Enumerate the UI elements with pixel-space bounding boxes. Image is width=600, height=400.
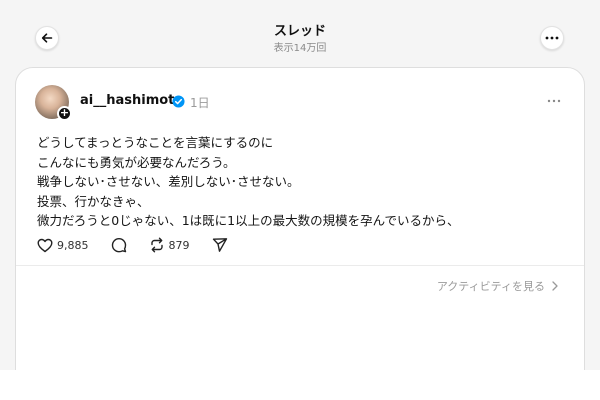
activity-label: アクティビティを見る — [436, 280, 545, 293]
repost-icon — [150, 237, 163, 253]
repost-count: 879 — [168, 238, 190, 252]
post-line: どうしてまっとうなことを言葉にするのに — [37, 135, 274, 150]
repost-button[interactable]: 879 — [149, 237, 190, 253]
post-time: 1日 — [190, 96, 210, 110]
follow-plus-icon[interactable]: + — [57, 106, 72, 121]
post-line: 投票、行かなきゃ、 — [37, 193, 150, 209]
page-margin — [0, 370, 600, 400]
thread-screen: スレッド 表示14万回 + ai__hashimoto 1日 どうしてまっとうな… — [0, 0, 600, 370]
send-icon — [212, 238, 227, 252]
post-more-icon[interactable] — [545, 95, 563, 107]
like-button[interactable]: 9,885 — [37, 238, 89, 253]
page-title: スレッド — [273, 24, 326, 39]
top-bar: スレッド 表示14万回 — [0, 0, 600, 60]
avatar[interactable]: + — [35, 85, 72, 121]
post-line: こんなにも勇気が必要なんだろう。 — [37, 154, 236, 170]
post-username[interactable]: ai__hashimoto — [80, 93, 183, 108]
more-horizontal-icon — [545, 36, 559, 40]
more-button[interactable] — [540, 26, 564, 50]
reply-button[interactable] — [111, 237, 127, 253]
post-line: 微力だろうと0じゃない、1は既に1以上の最大数の規模を孕んでいるから、 — [37, 213, 460, 228]
view-activity-link[interactable]: アクティビティを見る — [437, 278, 558, 294]
like-count: 9,885 — [57, 238, 89, 252]
chevron-right-icon — [552, 281, 558, 291]
share-button[interactable] — [212, 237, 228, 253]
divider — [16, 265, 584, 266]
verified-badge-icon — [172, 95, 185, 108]
post-line: 戦争しない･させない、差別しない･させない。 — [37, 174, 300, 189]
post-body: どうしてまっとうなことを言葉にするのに こんなにも勇気が必要なんだろう。 戦争し… — [37, 133, 557, 231]
post-actions: 9,885 879 — [37, 235, 250, 255]
view-count: 表示14万回 — [273, 43, 327, 54]
heart-icon — [37, 238, 53, 252]
comment-icon — [111, 238, 126, 253]
